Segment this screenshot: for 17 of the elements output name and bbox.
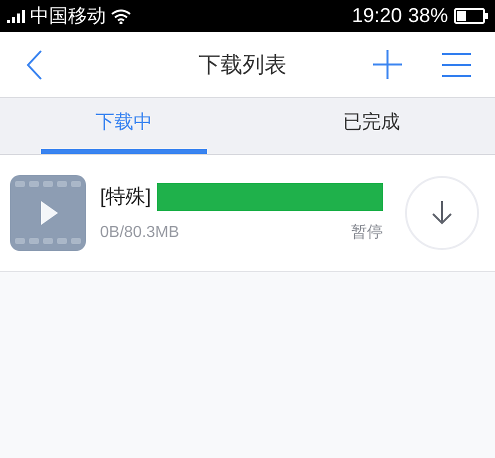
- back-icon: [26, 50, 42, 80]
- signal-icon: [7, 10, 25, 22]
- download-status: 暂停: [351, 222, 383, 242]
- carrier-name: 中国移动: [30, 6, 106, 26]
- download-item[interactable]: [特殊] 0B/80.3MB 暂停: [0, 155, 495, 272]
- wifi-icon: [111, 8, 131, 24]
- file-name: [特殊]: [100, 184, 152, 210]
- page-title: 下载列表: [198, 51, 286, 79]
- tab[interactable]: 已完成: [288, 98, 454, 154]
- clock-time: 19:20: [352, 6, 402, 26]
- plus-icon: [372, 50, 402, 79]
- battery-icon: [454, 8, 488, 24]
- menu-icon: [442, 52, 470, 76]
- battery-percent: 38%: [408, 6, 448, 26]
- download-size: 0B/80.3MB: [100, 222, 180, 242]
- video-file-icon: [10, 175, 86, 251]
- down-arrow-icon: [432, 201, 452, 225]
